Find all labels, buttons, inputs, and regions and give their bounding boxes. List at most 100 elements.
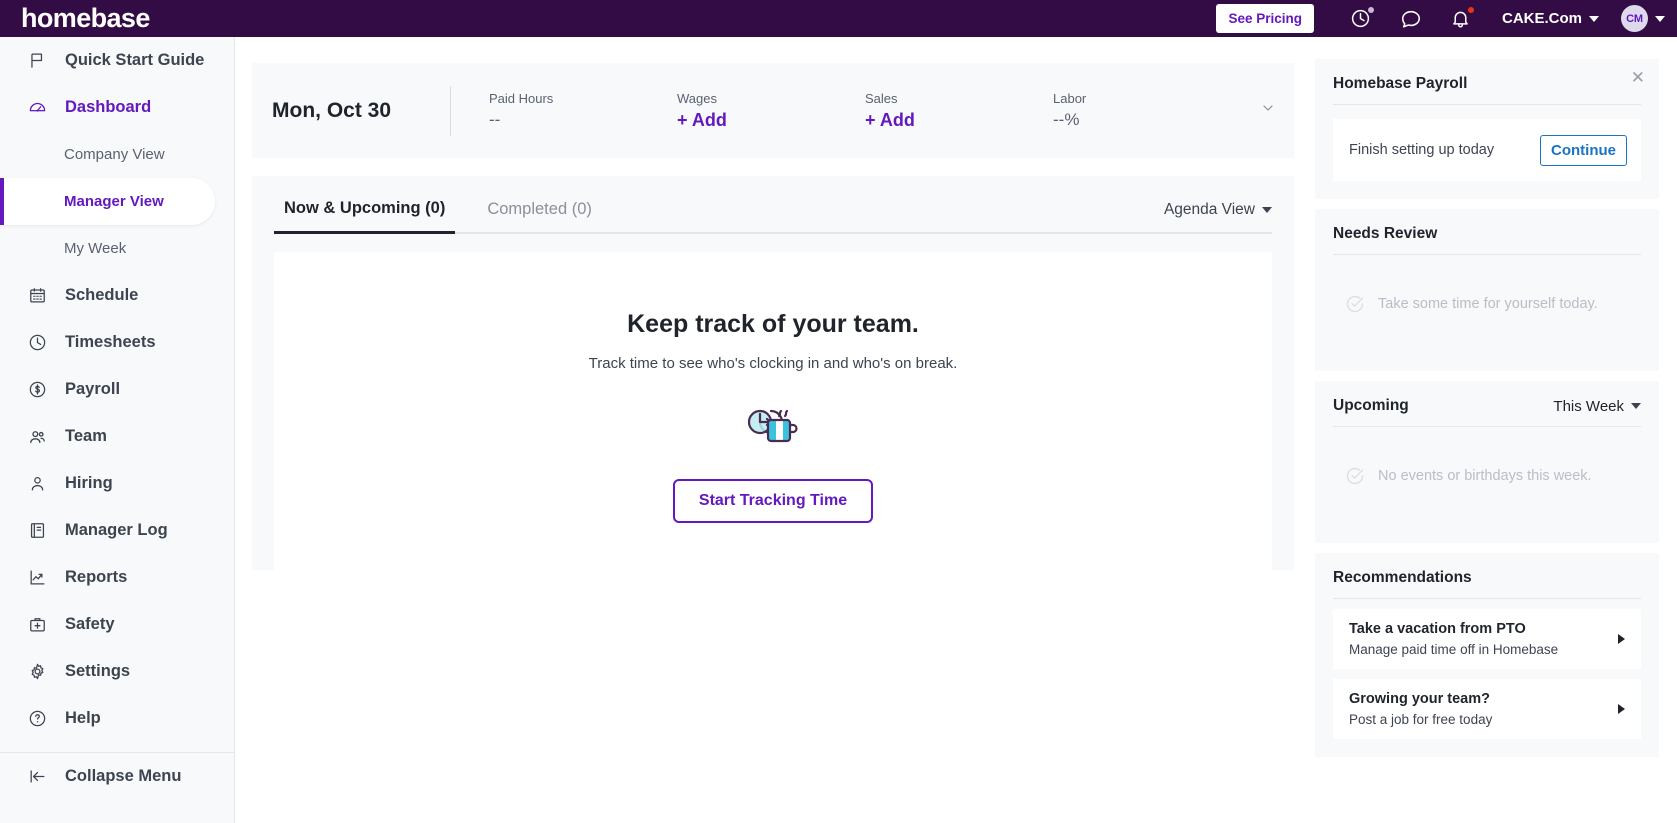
sidebar-item-schedule[interactable]: Schedule [0, 272, 234, 319]
chevron-down-icon [1262, 207, 1272, 213]
people-icon [24, 425, 50, 449]
close-icon[interactable]: ✕ [1631, 69, 1645, 86]
stat-paid-hours: Paid Hours -- [489, 91, 677, 130]
shift-panel: Now & Upcoming (0) Completed (0) Agenda … [252, 176, 1294, 585]
recommendation-title: Growing your team? [1349, 691, 1490, 707]
stats-date: Mon, Oct 30 [272, 98, 392, 122]
continue-button[interactable]: Continue [1540, 134, 1627, 166]
recommendations-card: Recommendations Take a vacation from PTO… [1315, 553, 1659, 757]
chevron-right-icon [1618, 704, 1625, 714]
needs-review-empty-text: Take some time for yourself today. [1378, 296, 1598, 312]
avatar: CM [1621, 5, 1648, 32]
chevron-down-icon [1655, 15, 1665, 22]
stat-label: Paid Hours [489, 91, 554, 106]
upcoming-empty: No events or birthdays this week. [1333, 427, 1641, 525]
needs-review-empty: Take some time for yourself today. [1333, 255, 1641, 353]
upcoming-title: Upcoming [1333, 397, 1409, 414]
sidebar-subitem-label: My Week [64, 240, 127, 257]
sidebar-item-label: Payroll [65, 380, 121, 398]
payroll-setup-text: Finish setting up today [1349, 142, 1495, 158]
sidebar-subitem-company-view[interactable]: Company View [0, 131, 234, 178]
payroll-setup-row: Finish setting up today Continue [1333, 119, 1641, 181]
empty-state: Keep track of your team. Track time to s… [274, 252, 1272, 585]
flag-icon [24, 49, 50, 73]
stat-value: --% [1053, 110, 1080, 129]
add-sales-button[interactable]: + Add [865, 110, 1053, 131]
chart-line-icon [24, 566, 50, 590]
list-item[interactable]: Take a vacation from PTO Manage paid tim… [1333, 609, 1641, 669]
sidebar-item-settings[interactable]: Settings [0, 648, 234, 695]
speedometer-icon [24, 96, 50, 120]
clock-icon [24, 331, 50, 355]
sidebar-item-manager-log[interactable]: Manager Log [0, 507, 234, 554]
stats-divider [450, 85, 451, 136]
gear-icon [24, 660, 50, 684]
stat-wages: Wages + Add [677, 91, 865, 131]
clock-coffee-mug-icon [741, 398, 805, 451]
recommendation-subtitle: Post a job for free today [1349, 712, 1493, 727]
stat-value: -- [489, 110, 501, 129]
sidebar-item-label: Dashboard [65, 98, 152, 116]
sidebar-item-hiring[interactable]: Hiring [0, 460, 234, 507]
view-selector[interactable]: Agenda View [1164, 201, 1272, 232]
sidebar-item-help[interactable]: Help [0, 695, 234, 742]
collapse-arrow-icon [24, 765, 50, 789]
first-aid-kit-icon [24, 613, 50, 637]
view-selector-label: Agenda View [1163, 201, 1255, 218]
sidebar-item-quick-start-guide[interactable]: Quick Start Guide [0, 37, 234, 84]
chevron-down-icon[interactable] [1260, 100, 1276, 121]
tab-completed[interactable]: Completed (0) [477, 200, 602, 232]
account-name: CAKE.Com [1501, 10, 1582, 27]
right-rail: ✕ Homebase Payroll Finish setting up tod… [1315, 37, 1677, 823]
homebase-logo[interactable]: homebase [21, 3, 150, 34]
account-switcher[interactable]: CAKE.Com [1502, 10, 1599, 27]
recommendation-title: Take a vacation from PTO [1349, 621, 1526, 637]
sidebar-item-reports[interactable]: Reports [0, 554, 234, 601]
person-icon [24, 472, 50, 496]
chevron-down-icon [1631, 403, 1641, 409]
sidebar-item-label: Help [65, 709, 101, 727]
needs-review-card: Needs Review Take some time for yourself… [1315, 209, 1659, 371]
daily-stats-bar: Mon, Oct 30 Paid Hours -- Wages + Add Sa… [252, 63, 1294, 158]
check-circle-icon [1345, 466, 1365, 486]
sidebar-item-team[interactable]: Team [0, 413, 234, 460]
sidebar-item-label: Team [65, 427, 107, 445]
user-menu[interactable]: CM [1621, 5, 1665, 32]
sidebar-item-label: Manager Log [65, 521, 168, 539]
chevron-right-icon [1618, 634, 1625, 644]
homebase-payroll-card: ✕ Homebase Payroll Finish setting up tod… [1315, 59, 1659, 199]
see-pricing-button[interactable]: See Pricing [1216, 4, 1314, 33]
sidebar-item-timesheets[interactable]: Timesheets [0, 319, 234, 366]
sidebar-subitem-my-week[interactable]: My Week [0, 225, 234, 272]
chevron-down-icon [1589, 15, 1599, 22]
sidebar-item-label: Hiring [65, 474, 113, 492]
stat-label: Sales [865, 90, 898, 106]
list-item[interactable]: Growing your team? Post a job for free t… [1333, 679, 1641, 739]
panel-tabs: Now & Upcoming (0) Completed (0) Agenda … [274, 176, 1272, 234]
main-content: Mon, Oct 30 Paid Hours -- Wages + Add Sa… [236, 37, 1314, 823]
calendar-icon [24, 284, 50, 308]
upcoming-range-selector[interactable]: This Week [1553, 398, 1641, 415]
tab-now-and-upcoming[interactable]: Now & Upcoming (0) [274, 199, 456, 234]
collapse-menu-button[interactable]: Collapse Menu [0, 753, 234, 800]
start-tracking-time-button[interactable]: Start Tracking Time [672, 479, 874, 523]
add-wages-button[interactable]: + Add [677, 110, 865, 131]
bell-icon[interactable] [1436, 0, 1486, 37]
dollar-circle-icon [24, 378, 50, 402]
sidebar-subitem-manager-view[interactable]: Manager View [0, 178, 215, 225]
check-circle-icon [1345, 294, 1365, 314]
sidebar-item-label: Safety [65, 615, 115, 633]
recommendation-text: Take a vacation from PTO Manage paid tim… [1349, 621, 1558, 657]
time-history-badge [1367, 7, 1374, 13]
sidebar-subitem-label: Company View [64, 146, 165, 163]
sidebar-item-dashboard[interactable]: Dashboard [0, 84, 234, 131]
sidebar-item-label: Schedule [65, 286, 139, 304]
upcoming-range-label: This Week [1553, 397, 1624, 415]
topbar-actions: See Pricing CAKE.Com CM [1216, 0, 1677, 37]
time-history-icon[interactable] [1336, 0, 1386, 37]
sidebar-item-payroll[interactable]: Payroll [0, 366, 234, 413]
chat-bubble-icon[interactable] [1386, 0, 1436, 37]
sidebar-item-label: Reports [65, 568, 128, 586]
sidebar-item-safety[interactable]: Safety [0, 601, 234, 648]
stat-label: Wages [677, 90, 717, 106]
